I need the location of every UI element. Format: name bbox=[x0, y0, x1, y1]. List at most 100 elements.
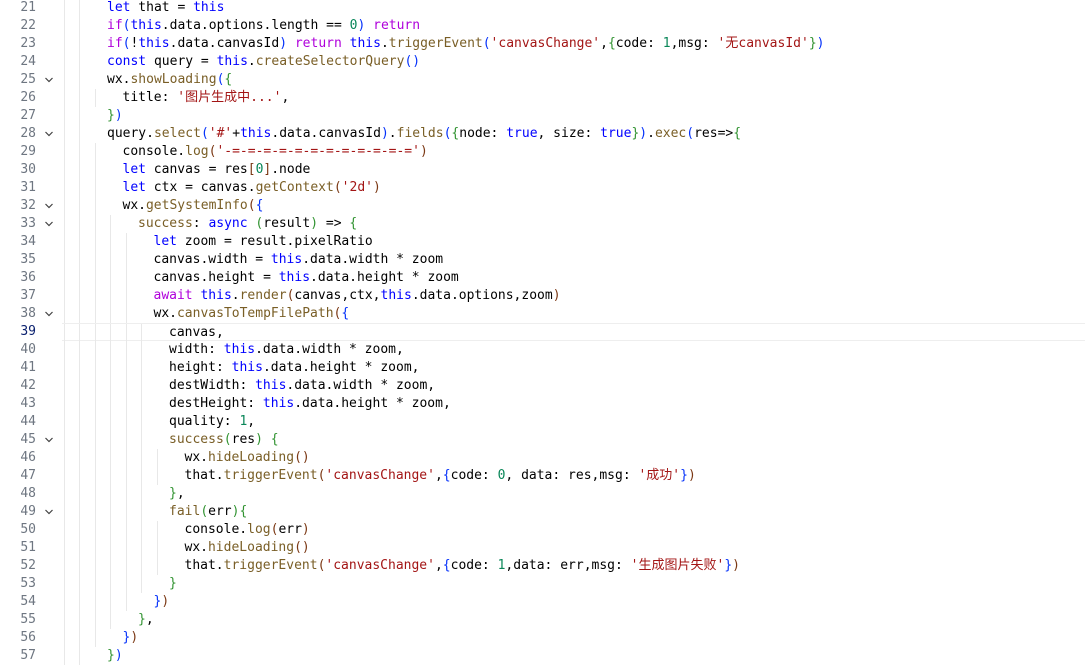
indent-guide bbox=[79, 324, 80, 342]
code-line[interactable]: 45 success(res) { bbox=[0, 431, 1085, 449]
indent-guide bbox=[63, 485, 65, 503]
indent-guide bbox=[110, 395, 111, 413]
code-line[interactable]: 33 success: async (result) => { bbox=[0, 215, 1085, 233]
code-line[interactable]: 39 canvas, bbox=[0, 323, 1085, 342]
indent-guide bbox=[63, 324, 65, 342]
code-line[interactable]: 49 fail(err){ bbox=[0, 503, 1085, 521]
code-line[interactable]: 32 wx.getSystemInfo({ bbox=[0, 197, 1085, 215]
line-number: 42 bbox=[20, 378, 36, 393]
code-line[interactable]: 41 height: this.data.height * zoom, bbox=[0, 359, 1085, 377]
code-line[interactable]: 52 that.triggerEvent('canvasChange',{code… bbox=[0, 557, 1085, 575]
indent-guide bbox=[125, 305, 127, 323]
code-token: this bbox=[255, 378, 287, 393]
indent-guide bbox=[79, 197, 80, 215]
code-line[interactable]: 23 if(!this.data.canvasId) return this.tr… bbox=[0, 35, 1085, 53]
code-token: .data.width * zoom, bbox=[255, 342, 404, 357]
indent-guide bbox=[94, 629, 96, 647]
code-token: , bbox=[145, 612, 154, 627]
code-token: this bbox=[240, 126, 272, 141]
code-token: .data.height * zoom, bbox=[262, 360, 420, 375]
code-line[interactable]: 34 let zoom = result.pixelRatio bbox=[0, 233, 1085, 251]
code-line[interactable]: 29 console.log('-=-=-=-=-=-=-=-=-=-=-=-='… bbox=[0, 143, 1085, 161]
code-line[interactable]: 27}) bbox=[0, 107, 1085, 125]
code-area: let zoom = result.pixelRatio bbox=[62, 233, 1085, 251]
code-line[interactable]: 38 wx.canvasToTempFilePath({ bbox=[0, 305, 1085, 323]
code-token: this bbox=[278, 270, 311, 285]
code-line[interactable]: 22 if(this.data.options.length == 0) retu… bbox=[0, 17, 1085, 35]
code-token: { bbox=[733, 126, 742, 141]
code-line[interactable]: 48}, bbox=[0, 485, 1085, 503]
code-line[interactable]: 55}, bbox=[0, 611, 1085, 629]
code-line[interactable]: 51 wx.hideLoading() bbox=[0, 539, 1085, 557]
code-line[interactable]: 36 canvas.height = this.data.height * zoo… bbox=[0, 269, 1085, 287]
line-number: 50 bbox=[20, 522, 36, 537]
code-token: . bbox=[231, 288, 240, 303]
indent-guide bbox=[79, 71, 80, 89]
code-token: } bbox=[107, 648, 115, 663]
code-token: , bbox=[600, 36, 608, 51]
code-line[interactable]: 35 canvas.width = this.data.width * zoom bbox=[0, 251, 1085, 269]
code-line[interactable]: 21 let that = this bbox=[0, 0, 1085, 17]
code-area: canvas.width = this.data.width * zoom bbox=[62, 251, 1085, 269]
indent-guide bbox=[125, 449, 127, 467]
code-token: .data.width * zoom, bbox=[286, 378, 436, 393]
code-line[interactable]: 46 wx.hideLoading() bbox=[0, 449, 1085, 467]
code-line[interactable]: 31 let ctx = canvas.getContext('2d') bbox=[0, 179, 1085, 197]
line-number: 34 bbox=[20, 234, 36, 249]
indent-guide bbox=[125, 233, 127, 251]
indent-guide bbox=[110, 557, 111, 575]
line-number: 22 bbox=[20, 18, 36, 33]
code-text: canvas.width = this.data.width * zoom bbox=[154, 251, 444, 269]
code-token: zoom = result.pixelRatio bbox=[176, 234, 373, 249]
code-line[interactable]: 26 title: '图片生成中...', bbox=[0, 89, 1085, 107]
code-line[interactable]: 43 destHeight: this.data.height * zoom, bbox=[0, 395, 1085, 413]
code-token: { bbox=[255, 198, 264, 213]
code-line[interactable]: 47 that.triggerEvent('canvasChange',{code… bbox=[0, 467, 1085, 485]
indent-guide bbox=[79, 503, 80, 521]
code-area: if(this.data.options.length == 0) return bbox=[62, 17, 1085, 35]
indent-guide bbox=[94, 413, 96, 431]
code-line[interactable]: 56}) bbox=[0, 629, 1085, 647]
code-area: wx.hideLoading() bbox=[62, 449, 1085, 467]
line-number: 31 bbox=[20, 180, 36, 195]
code-token: .data.width * zoom bbox=[302, 252, 444, 267]
code-token: ctx = canvas. bbox=[145, 180, 256, 195]
code-line[interactable]: 54}) bbox=[0, 593, 1085, 611]
code-line[interactable]: 37 await this.render(canvas,ctx,this.data… bbox=[0, 287, 1085, 305]
code-editor[interactable]: 21 let that = this 22 if(this.data.options.… bbox=[0, 0, 1085, 670]
code-area: height: this.data.height * zoom, bbox=[62, 359, 1085, 377]
code-token: } bbox=[169, 486, 177, 501]
code-token: err bbox=[208, 504, 232, 519]
code-line[interactable]: 42 destWidth: this.data.width * zoom, bbox=[0, 377, 1085, 395]
indent-guide bbox=[79, 179, 80, 197]
line-number: 35 bbox=[20, 252, 36, 267]
code-line[interactable]: 25 wx.showLoading({ bbox=[0, 71, 1085, 89]
code-line[interactable]: 50 console.log(err) bbox=[0, 521, 1085, 539]
code-token: } bbox=[808, 36, 817, 51]
code-token: showLoading bbox=[130, 72, 217, 87]
code-token: ,msg: bbox=[670, 36, 718, 51]
code-line[interactable]: 28 query.select('#'+this.data.canvasId).f… bbox=[0, 125, 1085, 143]
code-line[interactable]: 30 let canvas = res[0].node bbox=[0, 161, 1085, 179]
indent-guide bbox=[125, 413, 127, 431]
line-number: 51 bbox=[20, 540, 36, 555]
code-token: } bbox=[169, 576, 177, 591]
indent-guide bbox=[94, 557, 96, 575]
code-token: ) bbox=[372, 180, 381, 195]
indent-guide bbox=[63, 53, 65, 71]
indent-guide bbox=[79, 251, 80, 269]
code-text: wx.hideLoading() bbox=[185, 449, 310, 467]
code-line[interactable]: 24 const query = this.createSelectorQuery… bbox=[0, 53, 1085, 71]
code-line[interactable]: 44 quality: 1, bbox=[0, 413, 1085, 431]
code-line[interactable]: 57}) bbox=[0, 647, 1085, 665]
code-text: wx.canvasToTempFilePath({ bbox=[154, 305, 350, 323]
code-token: ( bbox=[200, 504, 209, 519]
line-number: 48 bbox=[20, 486, 36, 501]
code-token: await bbox=[153, 288, 193, 303]
indent-guide bbox=[79, 125, 80, 143]
code-text: }) bbox=[107, 107, 123, 125]
code-line[interactable]: 53} bbox=[0, 575, 1085, 593]
code-line[interactable]: 40 width: this.data.width * zoom, bbox=[0, 341, 1085, 359]
code-token: { bbox=[341, 306, 350, 321]
